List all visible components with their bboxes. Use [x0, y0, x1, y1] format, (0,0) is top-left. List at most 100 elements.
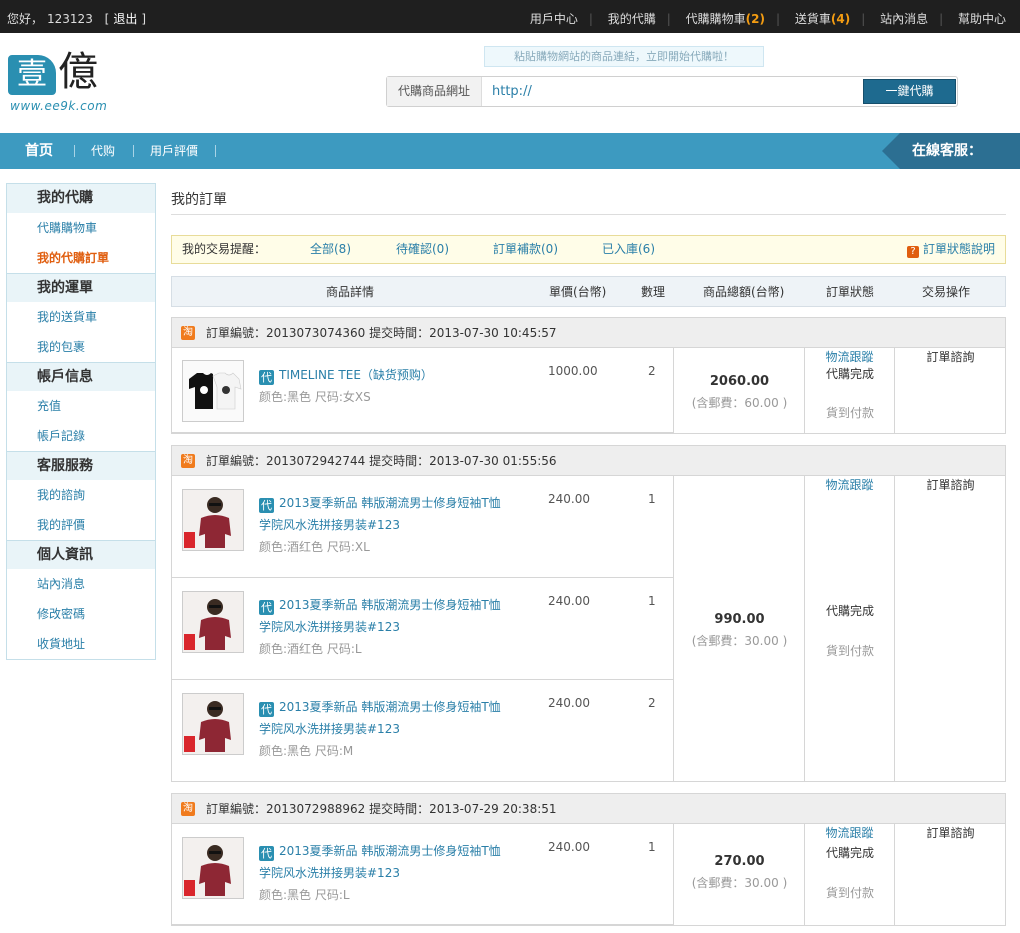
sidebar-item-my-reviews[interactable]: 我的評價: [7, 510, 155, 540]
order-total: 270.00: [714, 854, 765, 869]
logout-link[interactable]: 退出: [113, 12, 137, 26]
user-center-link[interactable]: 用戶中心: [530, 12, 578, 26]
proxy-cart-link[interactable]: 代購購物車(2): [686, 12, 765, 26]
filter-supplement[interactable]: 訂單補款(0): [493, 236, 558, 263]
product-name-link[interactable]: 代 2013夏季新品 韩版潮流男士修身短袖T恤 学院风水洗拼接男装#123 颜色:…: [259, 840, 509, 906]
trade-reminder-bar: 我的交易提醒： 全部(8) 待確認(0) 訂單補款(0) 已入庫(6) ? 訂單狀…: [171, 235, 1006, 264]
col-total: 商品總額(台幣): [703, 285, 785, 299]
order-info: 訂單編號：2013073074360 提交時間：2013-07-30 10:45…: [206, 326, 557, 340]
product-attributes: 颜色:黑色 尺码:M: [259, 744, 354, 758]
order-item-row: 代 TIMELINE TEE（缺货预购） 颜色:黑色 尺码:女XS 1000.00…: [172, 348, 673, 433]
sidebar-group-account: 帳戶信息: [7, 362, 155, 391]
sidebar-item-address[interactable]: 收貨地址: [7, 629, 155, 659]
unit-price: 240.00: [548, 840, 590, 854]
nav-reviews[interactable]: 用戶評價: [150, 133, 198, 169]
product-attributes: 颜色:黑色 尺码:女XS: [259, 390, 371, 404]
filter-pending[interactable]: 待確認(0): [396, 236, 449, 263]
order-inquiry-link[interactable]: 訂單諮詢: [926, 350, 974, 364]
taobao-icon: 淘: [181, 326, 195, 340]
order-inquiry-link[interactable]: 訂單諮詢: [926, 826, 974, 840]
my-proxy-link[interactable]: 我的代購: [608, 12, 656, 26]
product-name-link[interactable]: 代 2013夏季新品 韩版潮流男士修身短袖T恤 学院风水洗拼接男装#123 颜色:…: [259, 492, 509, 558]
filter-all[interactable]: 全部(8): [310, 236, 351, 263]
top-bar: 您好， 123123 [退出] 用戶中心 | 我的代購 | 代購購物車(2) | 送貨車…: [0, 0, 1020, 33]
reminder-label: 我的交易提醒：: [182, 242, 267, 256]
delivery-cart-link[interactable]: 送貨車(4): [795, 12, 850, 26]
shipping-fee: (含郵費：30.00 ): [691, 634, 788, 648]
product-name-link[interactable]: 代 2013夏季新品 韩版潮流男士修身短袖T恤 学院风水洗拼接男装#123 颜色:…: [259, 594, 509, 660]
order-status: 代購完成: [825, 367, 874, 381]
proxy-cart-count: (2): [745, 12, 765, 26]
order-item-row: 代 2013夏季新品 韩版潮流男士修身短袖T恤 学院风水洗拼接男装#123 颜色:…: [172, 824, 673, 925]
payment-method: 貨到付款: [825, 644, 874, 658]
product-name-link[interactable]: 代 TIMELINE TEE（缺货预购） 颜色:黑色 尺码:女XS: [259, 364, 509, 408]
username: 123123: [47, 12, 93, 26]
sidebar-item-messages[interactable]: 站內消息: [7, 569, 155, 599]
payment-method: 貨到付款: [825, 406, 874, 420]
order-status: 代購完成: [825, 846, 874, 860]
order-inquiry-link[interactable]: 訂單諮詢: [926, 478, 974, 492]
quantity: 1: [648, 594, 656, 608]
url-field-label: 代購商品網址: [387, 77, 482, 106]
main-content: 我的訂單 我的交易提醒： 全部(8) 待確認(0) 訂單補款(0) 已入庫(6)…: [171, 183, 1006, 926]
model-red-shirt-icon[interactable]: [182, 693, 244, 755]
sidebar: 我的代購 代購購物車 我的代購訂單 我的運單 我的送貨車 我的包裹 帳戶信息 充…: [6, 183, 156, 660]
order-total: 990.00: [714, 612, 765, 627]
search-hint: 粘貼購物網站的商品連結，立即開始代購啦！: [484, 46, 764, 67]
url-input[interactable]: [483, 77, 858, 106]
one-click-proxy-button[interactable]: 一鍵代購: [863, 79, 956, 104]
model-red-shirt-icon[interactable]: [182, 591, 244, 653]
product-name-link[interactable]: 代 2013夏季新品 韩版潮流男士修身短袖T恤 学院风水洗拼接男装#123 颜色:…: [259, 696, 509, 762]
order-header: 淘 訂單編號：2013072988962 提交時間：2013-07-29 20:…: [172, 794, 1005, 824]
sidebar-item-packages[interactable]: 我的包裹: [7, 332, 155, 362]
order-status: 代購完成: [825, 604, 874, 618]
tracking-link[interactable]: 物流跟蹤: [825, 478, 873, 492]
proxy-badge: 代: [259, 702, 274, 717]
taobao-icon: 淘: [181, 454, 195, 468]
sidebar-item-recharge[interactable]: 充值: [7, 391, 155, 421]
proxy-badge: 代: [259, 600, 274, 615]
tshirt-black-white-icon[interactable]: [182, 360, 244, 422]
order-header: 淘 訂單編號：2013072942744 提交時間：2013-07-30 01:…: [172, 446, 1005, 476]
nav-home[interactable]: 首页: [25, 133, 53, 169]
logout-bracket-right: ]: [141, 12, 147, 26]
order-item-row: 代 2013夏季新品 韩版潮流男士修身短袖T恤 学院风水洗拼接男装#123 颜色:…: [172, 680, 673, 782]
nav-proxy[interactable]: 代购: [91, 133, 115, 169]
greeting-text: 您好，: [7, 12, 44, 26]
delivery-cart-label: 送貨車: [794, 12, 831, 26]
sidebar-item-proxy-cart[interactable]: 代購購物車: [7, 213, 155, 243]
sidebar-group-personal: 個人資訊: [7, 540, 155, 569]
online-service[interactable]: 在線客服：: [882, 133, 1020, 169]
help-center-link[interactable]: 幫助中心: [958, 12, 1006, 26]
sidebar-item-account-records[interactable]: 帳戶記錄: [7, 421, 155, 451]
product-name: 2013夏季新品 韩版潮流男士修身短袖T恤 学院风水洗拼接男装#123: [259, 598, 501, 634]
unit-price: 240.00: [548, 492, 590, 506]
user-greeting: 您好， 123123 [退出]: [7, 10, 150, 27]
proxy-badge: 代: [259, 370, 274, 385]
product-attributes: 颜色:黑色 尺码:L: [259, 888, 350, 902]
order-info: 訂單編號：2013072942744 提交時間：2013-07-30 01:55…: [206, 454, 557, 468]
status-help-link[interactable]: ? 訂單狀態說明: [906, 236, 995, 263]
product-name: TIMELINE TEE（缺货预购）: [279, 368, 433, 382]
sidebar-item-inquiries[interactable]: 我的諮詢: [7, 480, 155, 510]
model-red-shirt-icon[interactable]: [182, 489, 244, 551]
messages-link[interactable]: 站內消息: [880, 12, 928, 26]
delivery-cart-count: (4): [830, 12, 851, 26]
top-links: 用戶中心 | 我的代購 | 代購購物車(2) | 送貨車(4) | 站內消息 | 幫助中心: [529, 12, 1006, 26]
logout-bracket-left: [: [104, 12, 110, 26]
unit-price: 240.00: [548, 696, 590, 710]
sidebar-item-proxy-orders[interactable]: 我的代購訂單: [7, 243, 155, 273]
logo-char-1: 壹: [8, 55, 56, 95]
product-name: 2013夏季新品 韩版潮流男士修身短袖T恤 学院风水洗拼接男装#123: [259, 700, 501, 736]
proxy-cart-label: 代購購物車: [685, 12, 746, 26]
model-red-shirt-icon[interactable]: [182, 837, 244, 899]
payment-method: 貨到付款: [825, 886, 874, 900]
tracking-link[interactable]: 物流跟蹤: [825, 826, 873, 840]
proxy-badge: 代: [259, 846, 274, 861]
order-block: 淘 訂單編號：2013072942744 提交時間：2013-07-30 01:…: [171, 445, 1006, 782]
filter-warehoused[interactable]: 已入庫(6): [602, 236, 655, 263]
tracking-link[interactable]: 物流跟蹤: [825, 350, 873, 364]
sidebar-item-delivery-cart[interactable]: 我的送貨車: [7, 302, 155, 332]
site-logo[interactable]: 壹 億 www.ee9k.com: [8, 47, 138, 117]
sidebar-item-change-password[interactable]: 修改密碼: [7, 599, 155, 629]
